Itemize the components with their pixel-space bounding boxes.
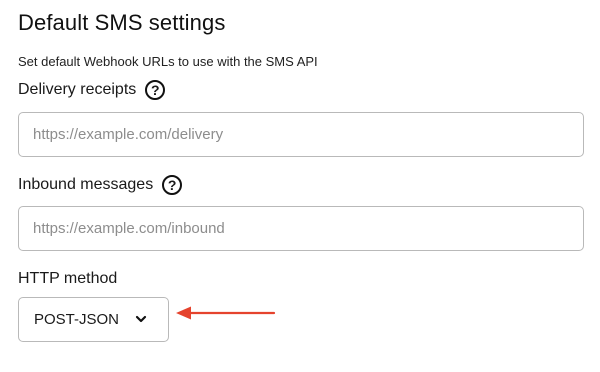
help-icon[interactable]: ? bbox=[145, 80, 166, 100]
help-icon[interactable]: ? bbox=[162, 175, 183, 195]
http-method-select[interactable]: POST-JSON bbox=[18, 297, 169, 342]
page-subtitle: Set default Webhook URLs to use with the… bbox=[18, 54, 318, 69]
delivery-receipts-label-row: Delivery receipts ? bbox=[18, 80, 166, 100]
inbound-messages-label: Inbound messages bbox=[18, 176, 154, 193]
arrow-left-icon bbox=[176, 306, 276, 320]
http-method-selected-value: POST-JSON bbox=[34, 311, 120, 328]
delivery-receipts-url-input[interactable] bbox=[18, 112, 584, 157]
inbound-messages-label-row: Inbound messages ? bbox=[18, 175, 183, 195]
chevron-down-icon bbox=[135, 315, 147, 323]
page-title: Default SMS settings bbox=[18, 10, 226, 35]
inbound-messages-url-input[interactable] bbox=[18, 206, 584, 251]
http-method-label: HTTP method bbox=[18, 270, 118, 287]
delivery-receipts-label: Delivery receipts bbox=[18, 81, 137, 98]
